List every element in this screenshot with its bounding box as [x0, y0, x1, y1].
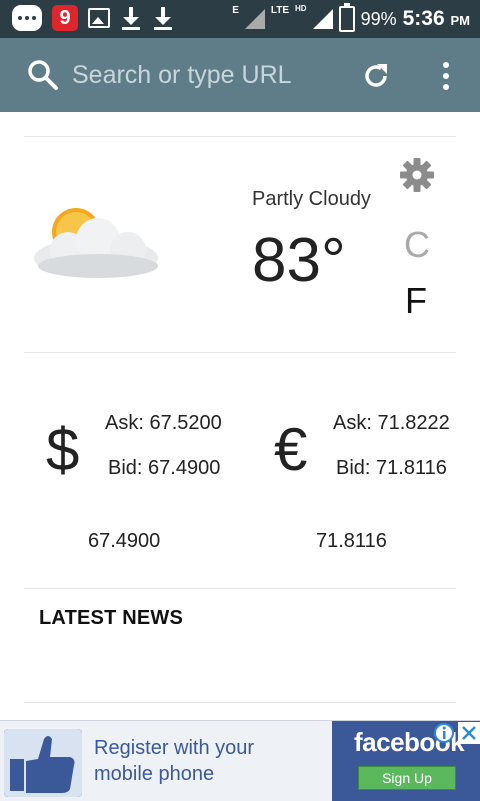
gallery-icon: [88, 8, 110, 28]
news-section-title: LATEST NEWS: [39, 607, 184, 629]
divider: [24, 588, 456, 589]
notification-badge: 9: [52, 5, 78, 31]
ad-banner[interactable]: Register with your mobile phone facebook…: [0, 720, 480, 801]
status-bar: 9 E LTE HD 99% 5:36 PM: [0, 0, 480, 38]
search-icon[interactable]: [26, 58, 60, 92]
divider: [24, 702, 456, 703]
unit-celsius[interactable]: C: [404, 224, 430, 266]
euro-icon: €: [274, 416, 308, 483]
network-type-lte: LTE: [270, 5, 290, 16]
usd-value: 67.4900: [88, 530, 161, 552]
battery-icon: [338, 3, 355, 32]
thumbs-up-icon: [4, 729, 82, 797]
overflow-menu-icon[interactable]: [438, 60, 454, 92]
divider: [24, 136, 456, 137]
browser-toolbar: Search or type URL: [0, 38, 480, 112]
network-type-hd: HD: [295, 4, 307, 13]
refresh-icon[interactable]: [360, 60, 392, 92]
eur-value: 71.8116: [316, 530, 387, 552]
ad-text-line2: mobile phone: [94, 763, 215, 785]
clock: 5:36 PM: [403, 7, 470, 31]
gear-icon[interactable]: [398, 156, 436, 194]
ad-text: Register with your mobile phone: [94, 735, 254, 787]
clock-ampm: PM: [450, 13, 471, 28]
ad-signup-button[interactable]: Sign Up: [358, 766, 456, 790]
divider: [24, 352, 456, 353]
unit-fahrenheit[interactable]: F: [405, 280, 427, 322]
ad-info-icon[interactable]: [433, 722, 455, 744]
download-icon: [122, 7, 140, 30]
eur-bid: Bid: 71.8116: [336, 457, 447, 479]
network-type-e: E: [232, 5, 239, 16]
signal-icon: [312, 9, 333, 29]
message-icon: [12, 5, 42, 31]
download-icon: [154, 7, 172, 30]
battery-percent: 99%: [360, 8, 397, 29]
eur-ask: Ask: 71.8222: [333, 412, 450, 434]
signal-icon: [244, 9, 265, 29]
url-search-input[interactable]: Search or type URL: [72, 58, 342, 92]
temperature: 83°: [252, 226, 346, 295]
ad-close-icon[interactable]: [458, 722, 480, 744]
weather-condition: Partly Cloudy: [252, 188, 371, 210]
usd-ask: Ask: 67.5200: [105, 412, 222, 434]
usd-bid: Bid: 67.4900: [108, 457, 221, 479]
ad-text-line1: Register with your: [94, 737, 255, 759]
partly-cloudy-icon: [34, 208, 158, 278]
dollar-icon: $: [46, 416, 80, 483]
clock-time: 5:36: [402, 7, 445, 30]
